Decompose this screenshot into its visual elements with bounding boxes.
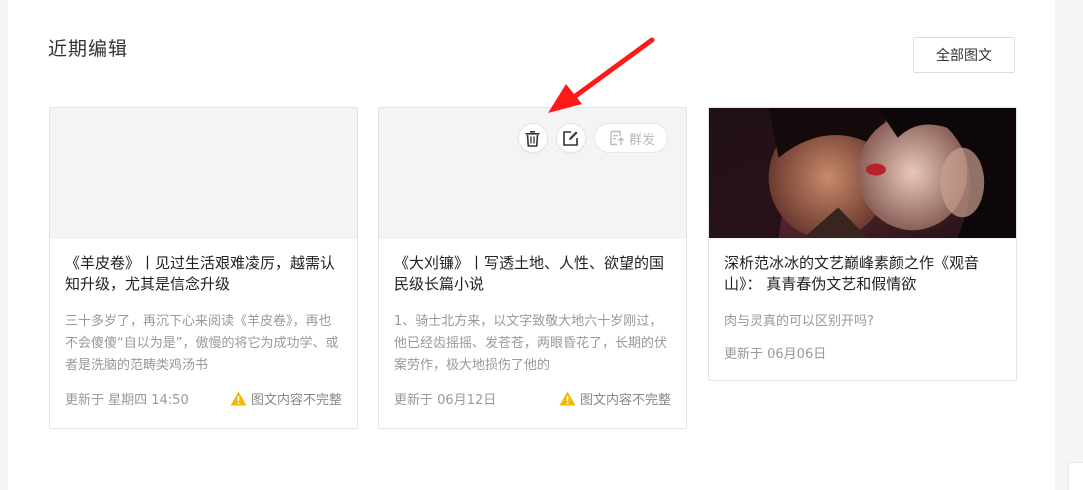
- content-incomplete-warning: 图文内容不完整: [559, 389, 671, 408]
- cover-photo: [709, 108, 1016, 239]
- card-title[interactable]: 《大刈镰》丨写透土地、人性、欲望的国民级长篇小说: [394, 253, 671, 295]
- delete-button[interactable]: [517, 123, 548, 153]
- warning-icon: [559, 391, 576, 405]
- card-summary: 1、骑士北方来，以文字致敬大地六十岁刚过，他已经齿摇摇、发苍苍，两眼昏花了，长期…: [394, 314, 668, 373]
- article-card[interactable]: 《羊皮卷》丨见过生活艰难凌厉，越需认知升级，尤其是信念升级 三十多岁了，再沉下心…: [49, 107, 358, 429]
- card-updated-time: 更新于 06月12日: [394, 392, 497, 408]
- card-summary: 肉与灵真的可以区别开吗?: [724, 314, 874, 329]
- article-card[interactable]: 群发 《大刈镰》丨写透土地、人性、欲望的国民级长篇小说 1、骑士北方来，以文字致…: [378, 107, 687, 429]
- article-card[interactable]: 深析范冰冰的文艺巅峰素颜之作《观音山》： 真青春伪文艺和假情欲 肉与灵真的可以区…: [708, 107, 1017, 381]
- mass-send-label: 群发: [628, 132, 655, 148]
- warning-text: 图文内容不完整: [250, 392, 342, 408]
- card-cover-placeholder: [50, 108, 357, 239]
- card-cover-placeholder: 群发: [379, 108, 686, 239]
- card-cover-image: [709, 108, 1016, 239]
- card-hover-toolbar: 群发: [517, 123, 668, 153]
- edit-icon: [563, 130, 579, 146]
- card-updated-time: 更新于 星期四 14:50: [65, 392, 189, 408]
- mass-send-button[interactable]: 群发: [593, 123, 668, 153]
- all-articles-button[interactable]: 全部图文: [913, 37, 1015, 73]
- mass-send-icon: [610, 130, 624, 146]
- card-title[interactable]: 深析范冰冰的文艺巅峰素颜之作《观音山》： 真青春伪文艺和假情欲: [724, 253, 1001, 295]
- card-title[interactable]: 《羊皮卷》丨见过生活艰难凌厉，越需认知升级，尤其是信念升级: [65, 253, 342, 295]
- edit-button[interactable]: [555, 123, 586, 153]
- floating-widget-edge[interactable]: [1068, 462, 1083, 490]
- card-updated-time: 更新于 06月06日: [724, 346, 827, 362]
- trash-icon: [525, 130, 540, 147]
- section-title: 近期编辑: [48, 38, 129, 60]
- content-incomplete-warning: 图文内容不完整: [230, 389, 342, 408]
- warning-icon: [230, 391, 247, 405]
- card-summary: 三十多岁了，再沉下心来阅读《羊皮卷》，再也不会傻傻“自以为是”，傲慢的将它为成功…: [65, 314, 339, 373]
- warning-text: 图文内容不完整: [579, 392, 671, 408]
